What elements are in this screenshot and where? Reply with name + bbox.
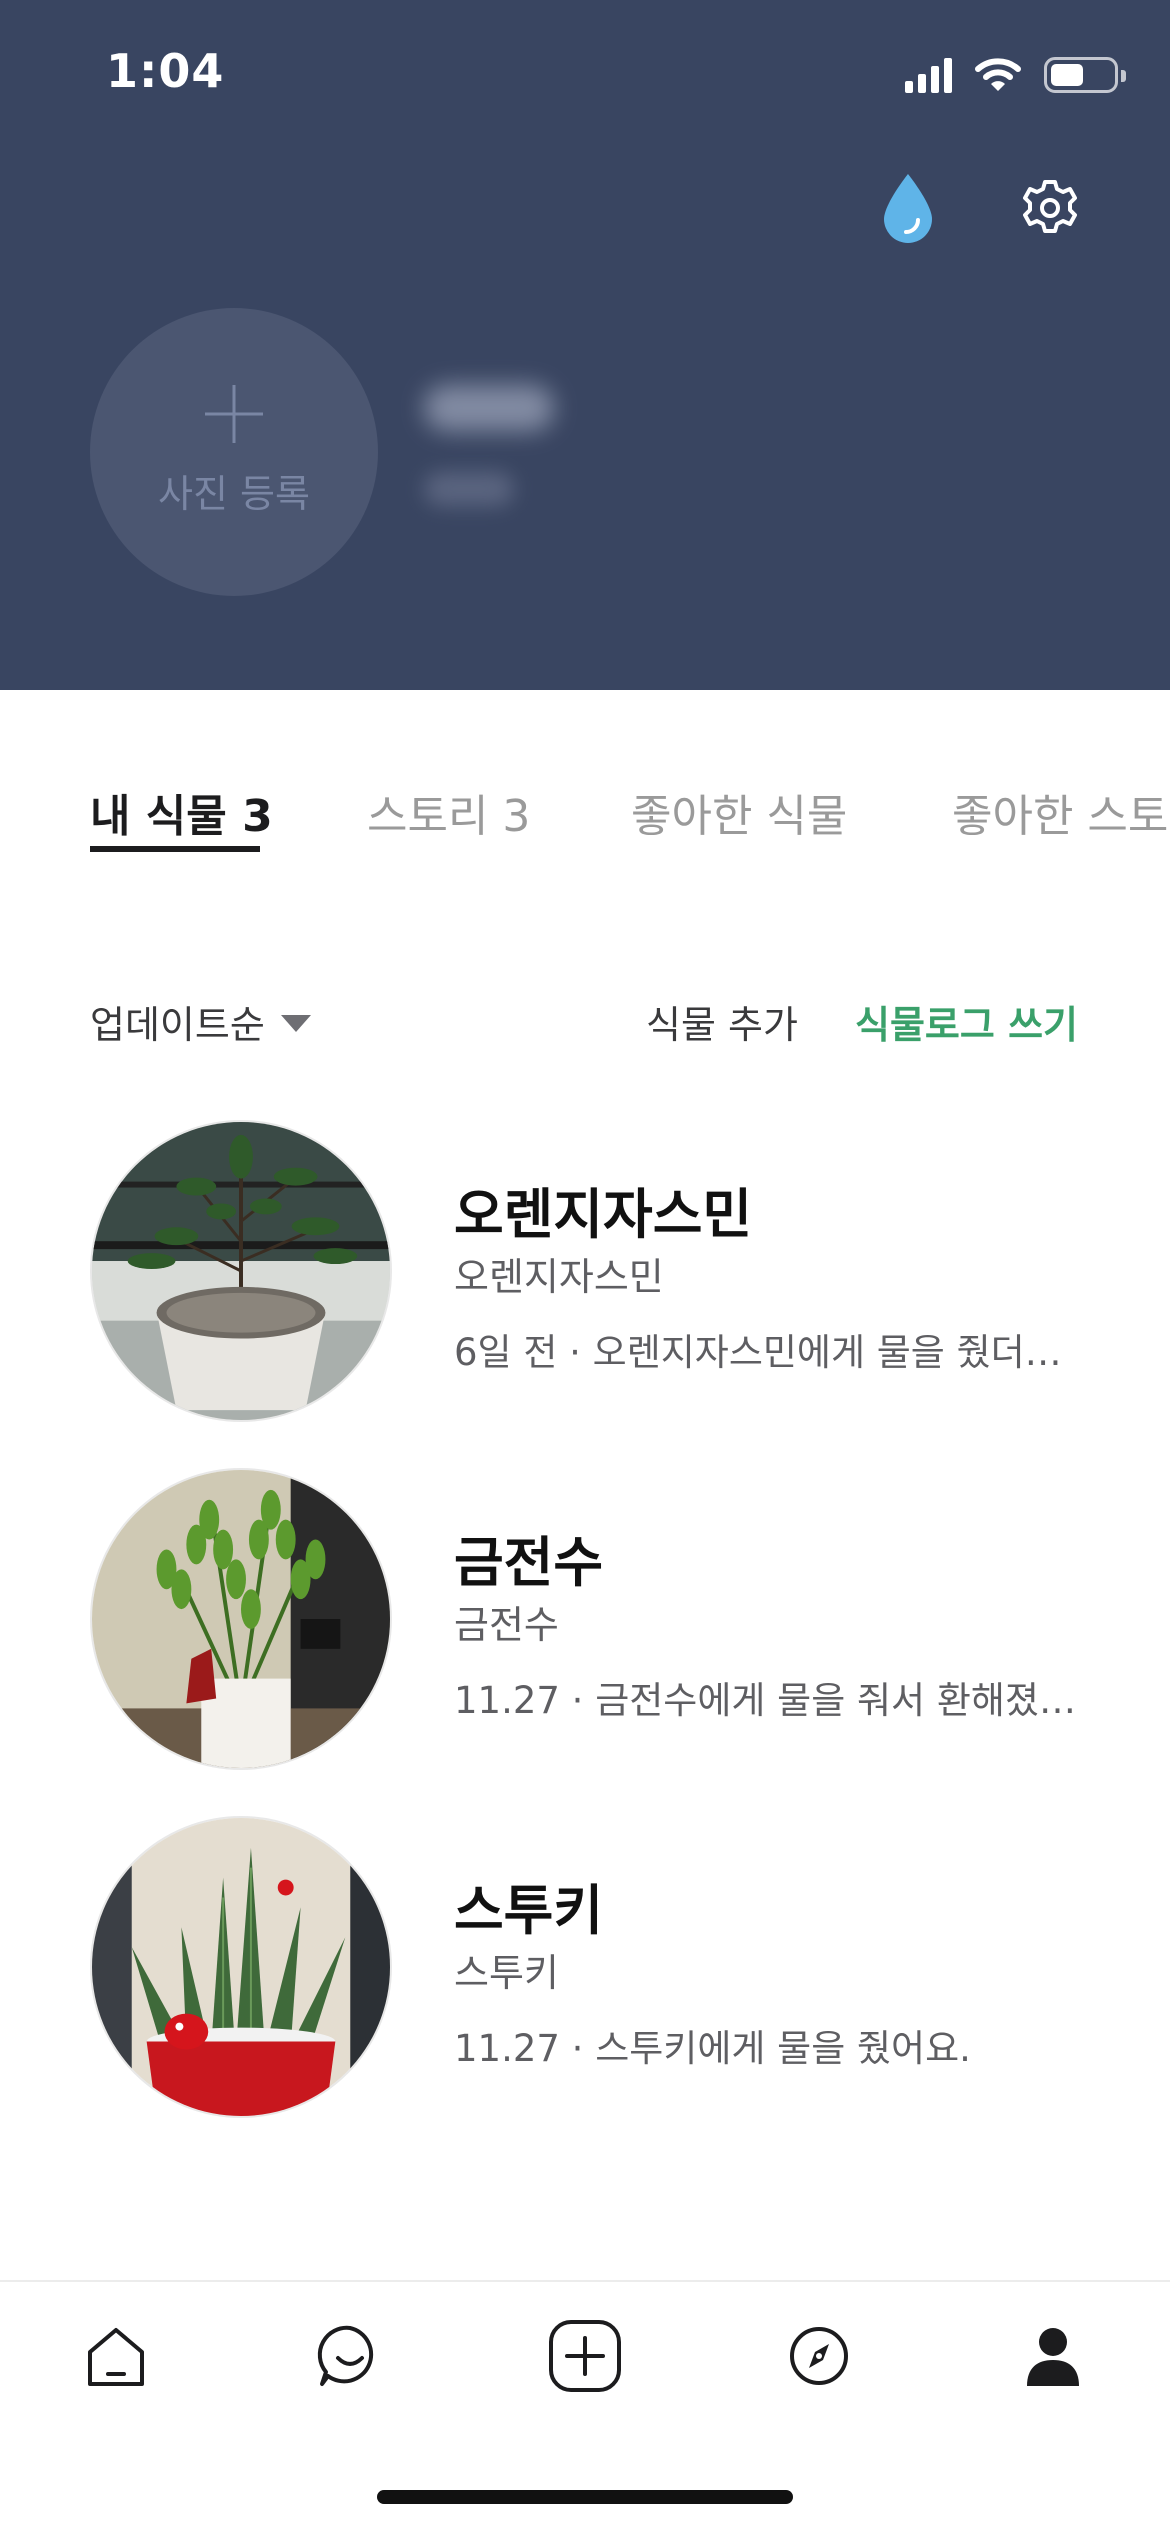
status-icons (905, 52, 1126, 98)
water-drop-icon[interactable] (878, 172, 938, 244)
plant-photo (90, 1816, 392, 2118)
plant-list-item[interactable]: 스투키 스투키 11.27 · 스투키에게 물을 줬어요. (0, 1816, 1170, 2126)
caret-down-icon (280, 1015, 311, 1032)
profile-icon (1027, 2328, 1079, 2386)
active-tab-indicator (90, 846, 260, 852)
orange-jasmine-image (92, 1122, 390, 1420)
plant-name: 금전수 (454, 1531, 604, 1594)
stuckyi-image (92, 1818, 390, 2116)
nav-explore[interactable] (781, 2318, 857, 2394)
plant-species: 스투키 (454, 1951, 559, 1995)
plant-list-item[interactable]: 오렌지자스민 오렌지자스민 6일 전 · 오렌지자스민에게 물을 줬더… (0, 1120, 1170, 1430)
write-plant-log-button[interactable]: 식물로그 쓰기 (855, 994, 1078, 1049)
add-square-icon (549, 2320, 621, 2392)
nav-add[interactable] (547, 2318, 623, 2394)
nav-profile[interactable] (1015, 2318, 1091, 2394)
wifi-icon (975, 58, 1021, 91)
add-plant-button[interactable]: 식물 추가 (646, 994, 798, 1049)
profile-name-blurred (424, 385, 554, 431)
plant-list-item[interactable]: 금전수 금전수 11.27 · 금전수에게 물을 줘서 환해졌… (0, 1468, 1170, 1778)
plant-name: 오렌지자스민 (454, 1183, 753, 1246)
plant-photo (90, 1468, 392, 1770)
cellular-signal-icon (905, 57, 952, 93)
tab-my-plants[interactable]: 내 식물 3 (90, 780, 273, 844)
profile-tabs: 내 식물 3 스토리 3 좋아한 식물 좋아한 스토리 (0, 770, 1170, 870)
profile-header: 1:04 사진 등록 (0, 0, 1170, 690)
gear-icon[interactable] (1020, 178, 1080, 238)
plus-icon (205, 385, 263, 443)
sort-dropdown[interactable]: 업데이트순 (90, 994, 311, 1049)
battery-icon (1044, 57, 1126, 93)
plant-species: 금전수 (454, 1603, 559, 1647)
compass-icon (790, 2327, 848, 2385)
nav-chat[interactable] (312, 2318, 388, 2394)
home-indicator (377, 2490, 793, 2504)
zz-plant-image (92, 1470, 390, 1768)
avatar-upload-button[interactable]: 사진 등록 (90, 308, 378, 596)
status-bar: 1:04 (0, 0, 1170, 150)
avatar-upload-label: 사진 등록 (158, 472, 310, 516)
plant-species: 오렌지자스민 (454, 1255, 664, 1299)
profile-subtitle-blurred (424, 472, 514, 506)
plant-latest-log: 6일 전 · 오렌지자스민에게 물을 줬더… (454, 1331, 1062, 1374)
tab-liked-stories[interactable]: 좋아한 스토리 (952, 780, 1170, 844)
tab-stories[interactable]: 스토리 3 (367, 780, 530, 844)
chat-smile-icon (317, 2325, 374, 2386)
plant-latest-log: 11.27 · 스투키에게 물을 줬어요. (454, 2027, 971, 2070)
home-icon (88, 2328, 144, 2386)
plant-latest-log: 11.27 · 금전수에게 물을 줘서 환해졌… (454, 1679, 1076, 1722)
tab-liked-plants[interactable]: 좋아한 식물 (631, 780, 847, 844)
nav-home[interactable] (78, 2318, 154, 2394)
sort-label: 업데이트순 (90, 1003, 265, 1047)
status-time: 1:04 (106, 44, 225, 98)
plant-photo (90, 1120, 392, 1422)
plant-name: 스투키 (454, 1879, 604, 1942)
